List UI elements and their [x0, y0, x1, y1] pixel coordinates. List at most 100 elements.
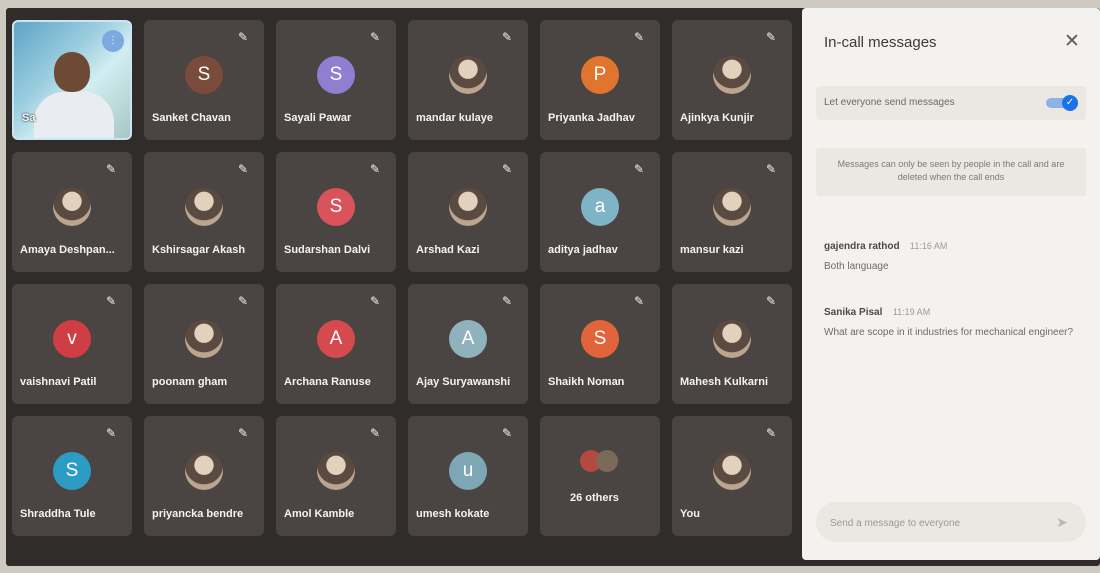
mic-off-icon: ✎: [633, 162, 645, 176]
participant-tile[interactable]: ✎ Amol Kamble: [276, 416, 396, 536]
chat-message: gajendra rathod 11:16 AM Both language: [824, 236, 1084, 274]
chat-message: Sanika Pisal 11:19 AM What are scope in …: [824, 302, 1084, 340]
participant-name: poonam gham: [152, 376, 228, 388]
avatar: [449, 188, 487, 226]
participant-name: Shraddha Tule: [20, 508, 96, 520]
participant-tile[interactable]: ✎ A Ajay Suryawanshi: [408, 284, 528, 404]
participant-name: Sayali Pawar: [284, 112, 352, 124]
participant-tile[interactable]: ✎ Ajinkya Kunjir: [672, 20, 792, 140]
avatar: [713, 452, 751, 490]
toggle-label: Let everyone send messages: [824, 97, 955, 108]
close-icon[interactable]: ✕: [1060, 30, 1084, 54]
message-text: What are scope in it industries for mech…: [824, 327, 1074, 338]
participant-grid: ⋮ Sa ✎ S Sanket Chavan ✎ S Sayali Pawar ✎ manda…: [12, 20, 798, 560]
self-video-tile[interactable]: ⋮ Sa: [12, 20, 132, 140]
message-time: 11:19 AM: [892, 307, 931, 317]
mic-off-icon: ✎: [105, 426, 117, 440]
participant-name: Amol Kamble: [284, 508, 355, 520]
participant-name: priyancka bendre: [152, 508, 244, 520]
mic-off-icon: ✎: [501, 162, 513, 176]
avatar: A: [317, 320, 355, 358]
participant-tile[interactable]: ✎ S Shaikh Noman: [540, 284, 660, 404]
avatar: a: [581, 188, 619, 226]
chat-notice: Messages can only be seen by people in t…: [816, 148, 1086, 196]
avatar: u: [449, 452, 487, 490]
message-sender: Sanika Pisal: [824, 307, 883, 318]
mic-off-icon: ✎: [237, 30, 249, 44]
participant-tile[interactable]: ✎ S Shraddha Tule: [12, 416, 132, 536]
mic-off-icon: ✎: [765, 30, 777, 44]
participant-name: Shaikh Noman: [548, 376, 625, 388]
send-permission-row: Let everyone send messages ✓: [816, 86, 1086, 120]
avatar: A: [449, 320, 487, 358]
mic-off-icon: ✎: [369, 426, 381, 440]
participant-tile[interactable]: ✎ mansur kazi: [672, 152, 792, 272]
participant-tile[interactable]: ✎ priyancka bendre: [144, 416, 264, 536]
participant-tile[interactable]: ✎ u umesh kokate: [408, 416, 528, 536]
participant-name: aditya jadhav: [548, 244, 618, 256]
participant-tile[interactable]: ✎ S Sanket Chavan: [144, 20, 264, 140]
mic-off-icon: ✎: [105, 162, 117, 176]
mic-off-icon: ✎: [765, 162, 777, 176]
participant-tile[interactable]: ✎ Arshad Kazi: [408, 152, 528, 272]
participant-name: 26 others: [570, 492, 619, 504]
others-avatars: [580, 450, 620, 474]
avatar: v: [53, 320, 91, 358]
in-call-messages-panel: In-call messages ✕ Let everyone send mes…: [802, 8, 1100, 560]
participant-name: Kshirsagar Akash: [152, 244, 246, 256]
mic-off-icon: ✎: [369, 162, 381, 176]
message-sender: gajendra rathod: [824, 241, 900, 252]
participant-name: Sudarshan Dalvi: [284, 244, 371, 256]
participant-name: vaishnavi Patil: [20, 376, 97, 388]
participant-tile[interactable]: ✎ mandar kulaye: [408, 20, 528, 140]
participant-name: mansur kazi: [680, 244, 744, 256]
participant-tile[interactable]: ✎ Mahesh Kulkarni: [672, 284, 792, 404]
participant-name: You: [680, 508, 700, 520]
mic-off-icon: ✎: [765, 294, 777, 308]
participant-name: Archana Ranuse: [284, 376, 371, 388]
participant-tile[interactable]: ✎ Kshirsagar Akash: [144, 152, 264, 272]
participant-name: mandar kulaye: [416, 112, 494, 124]
participant-tile[interactable]: ✎ v vaishnavi Patil: [12, 284, 132, 404]
avatar: P: [581, 56, 619, 94]
participant-tile[interactable]: ✎ A Archana Ranuse: [276, 284, 396, 404]
video-person-body: [34, 92, 114, 138]
participant-tile[interactable]: ✎ Amaya Deshpan...: [12, 152, 132, 272]
mic-off-icon: ✎: [105, 294, 117, 308]
avatar: S: [317, 188, 355, 226]
participant-tile[interactable]: ✎ S Sudarshan Dalvi: [276, 152, 396, 272]
avatar: S: [185, 56, 223, 94]
avatar: [185, 188, 223, 226]
participant-tile[interactable]: ✎ P Priyanka Jadhav: [540, 20, 660, 140]
avatar: S: [317, 56, 355, 94]
send-icon[interactable]: ➤: [1052, 512, 1072, 532]
avatar: S: [53, 452, 91, 490]
message-input[interactable]: [828, 512, 1042, 534]
avatar: [317, 452, 355, 490]
message-time: 11:16 AM: [910, 241, 948, 251]
avatar: [596, 450, 618, 472]
participant-tile[interactable]: ✎ a aditya jadhav: [540, 152, 660, 272]
avatar: [713, 188, 751, 226]
mic-off-icon: ✎: [633, 294, 645, 308]
message-text: Both language: [824, 261, 889, 272]
participant-name: Sanket Chavan: [152, 112, 231, 124]
participant-name: Priyanka Jadhav: [548, 112, 635, 124]
panel-title: In-call messages: [824, 34, 937, 51]
mic-off-icon: ✎: [765, 426, 777, 440]
more-options-icon[interactable]: ⋮: [102, 30, 124, 52]
mic-off-icon: ✎: [369, 294, 381, 308]
message-composer: ➤: [816, 502, 1086, 542]
participant-tile[interactable]: ✎ S Sayali Pawar: [276, 20, 396, 140]
avatar: [713, 56, 751, 94]
participant-tile[interactable]: ✎ You: [672, 416, 792, 536]
participant-tile[interactable]: 26 others: [540, 416, 660, 536]
mic-off-icon: ✎: [501, 426, 513, 440]
allow-messages-toggle[interactable]: ✓: [1046, 95, 1078, 111]
mic-off-icon: ✎: [633, 30, 645, 44]
mic-off-icon: ✎: [501, 294, 513, 308]
self-tile-label: Sa: [22, 112, 36, 124]
mic-off-icon: ✎: [237, 426, 249, 440]
participant-tile[interactable]: ✎ poonam gham: [144, 284, 264, 404]
participant-name: Arshad Kazi: [416, 244, 480, 256]
